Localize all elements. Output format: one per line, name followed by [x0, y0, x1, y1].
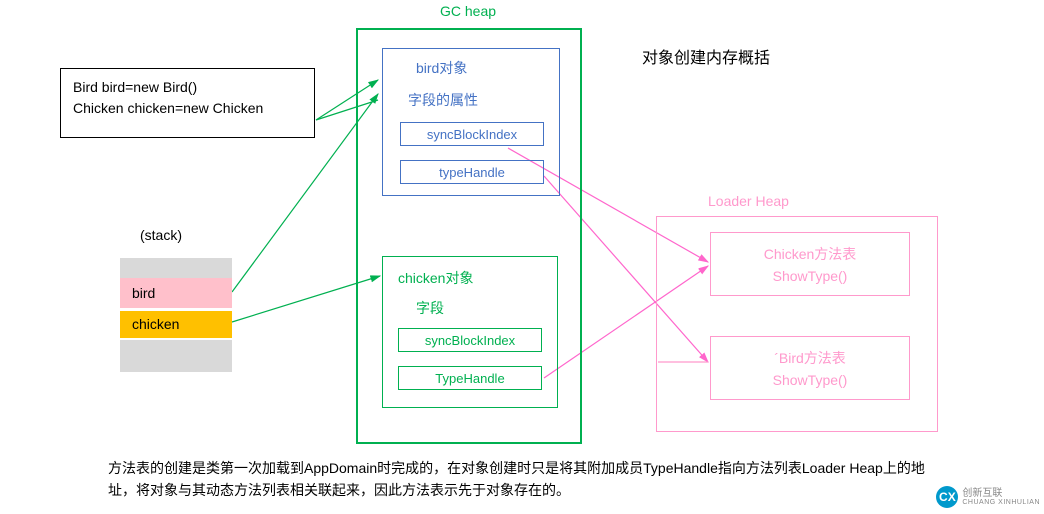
gc-chicken-title: chicken对象	[398, 268, 473, 288]
explanation-paragraph: 方法表的创建是类第一次加载到AppDomain时完成的，在对象创建时只是将其附加…	[108, 457, 928, 502]
loader-chicken-showtype: ShowType()	[711, 265, 909, 287]
gc-bird-syncblockindex: syncBlockIndex	[400, 122, 544, 146]
loader-chicken-name: Chicken方法表	[711, 243, 909, 265]
gc-chicken-field-label: 字段	[416, 298, 444, 318]
watermark-brand: 创新互联	[962, 488, 1040, 499]
gc-bird-typehandle: typeHandle	[400, 160, 544, 184]
gc-bird-title: bird对象	[416, 58, 467, 78]
gc-chicken-typehandle: TypeHandle	[398, 366, 542, 390]
gc-bird-field-label: 字段的属性	[408, 90, 478, 110]
code-line-2: Chicken chicken=new Chicken	[73, 98, 302, 119]
watermark-logo-icon: CX	[936, 486, 958, 508]
gc-heap-label: GC heap	[440, 3, 496, 19]
watermark: CX 创新互联 CHUANG XINHULIAN	[936, 486, 1040, 508]
stack-slot-bird: bird	[120, 278, 232, 308]
loader-chicken-method-table: Chicken方法表 ShowType()	[710, 232, 910, 296]
loader-heap-label: Loader Heap	[708, 193, 789, 209]
stack-slot-chicken: chicken	[120, 311, 232, 338]
loader-bird-showtype: ShowType()	[711, 369, 909, 391]
loader-bird-name: ´Bird方法表	[711, 347, 909, 369]
stack-separator-2	[120, 338, 232, 340]
watermark-sub: CHUANG XINHULIAN	[962, 499, 1040, 507]
loader-bird-method-table: ´Bird方法表 ShowType()	[710, 336, 910, 400]
diagram-title: 对象创建内存概括	[642, 44, 770, 68]
code-line-1: Bird bird=new Bird()	[73, 77, 302, 98]
gc-chicken-syncblockindex: syncBlockIndex	[398, 328, 542, 352]
stack-label: (stack)	[140, 227, 182, 243]
code-sample-box: Bird bird=new Bird() Chicken chicken=new…	[60, 68, 315, 138]
